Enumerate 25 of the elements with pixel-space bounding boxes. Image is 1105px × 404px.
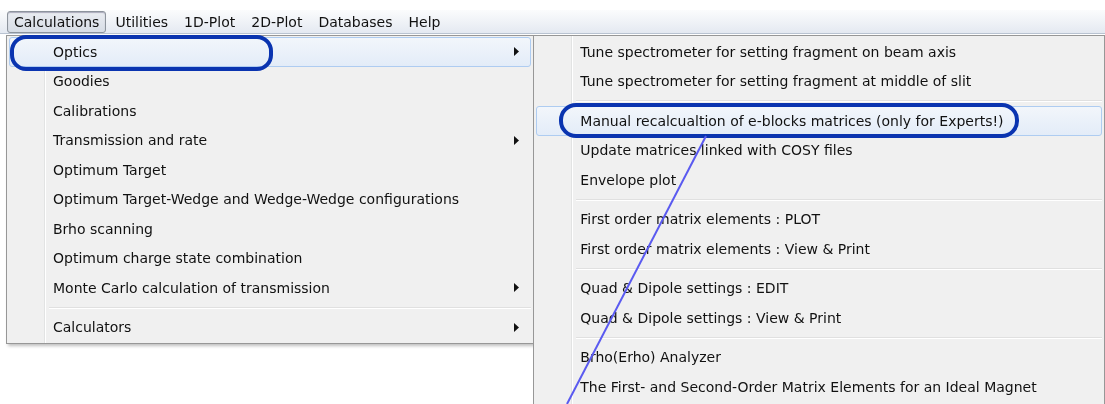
menu-item[interactable]: Envelope plot (536, 165, 1102, 195)
menu-item[interactable]: Tune spectrometer for setting fragment at middle of slit (536, 66, 1102, 96)
menu-item[interactable]: Calibrations (9, 96, 532, 126)
menu-item[interactable]: Optimum Target-Wedge and Wedge-Wedge configurations (9, 184, 532, 214)
menu-item[interactable]: Optics (9, 37, 532, 67)
menu-item[interactable]: Optimum Target (9, 155, 532, 185)
menu-bar-item[interactable]: Utilities (108, 10, 176, 33)
menu-item[interactable]: Monte Carlo calculation of transmission (9, 273, 532, 303)
menu-item[interactable]: Brho scanning (9, 214, 532, 244)
submenu-arrow-icon (514, 283, 520, 293)
menu-item[interactable]: Update matrices linked with COSY files (536, 135, 1102, 165)
menu-bar-item[interactable]: 1D-Plot (177, 10, 243, 33)
menu-bar-item[interactable]: Help (401, 10, 448, 33)
menu-item[interactable]: Tune spectrometer for setting fragment on beam axis (536, 37, 1102, 67)
menu-item[interactable]: Goodies (9, 66, 532, 96)
menu-bar-item[interactable]: 2D-Plot (244, 10, 310, 33)
submenu-arrow-icon (514, 135, 520, 145)
submenu-arrow-icon (514, 322, 520, 332)
menu-item[interactable]: Optimum charge state combination (9, 243, 532, 273)
submenu-arrow-icon (514, 47, 520, 57)
menu-item[interactable]: Calculators (9, 312, 532, 342)
menu-bar-item[interactable]: Databases (311, 10, 400, 33)
menu-item[interactable]: The First- and Second-Order Matrix Elements for an Ideal Magnet (536, 372, 1102, 402)
menu-bar-item[interactable]: Calculations (7, 10, 107, 33)
menu-item[interactable]: Transmission and rate (9, 125, 532, 155)
